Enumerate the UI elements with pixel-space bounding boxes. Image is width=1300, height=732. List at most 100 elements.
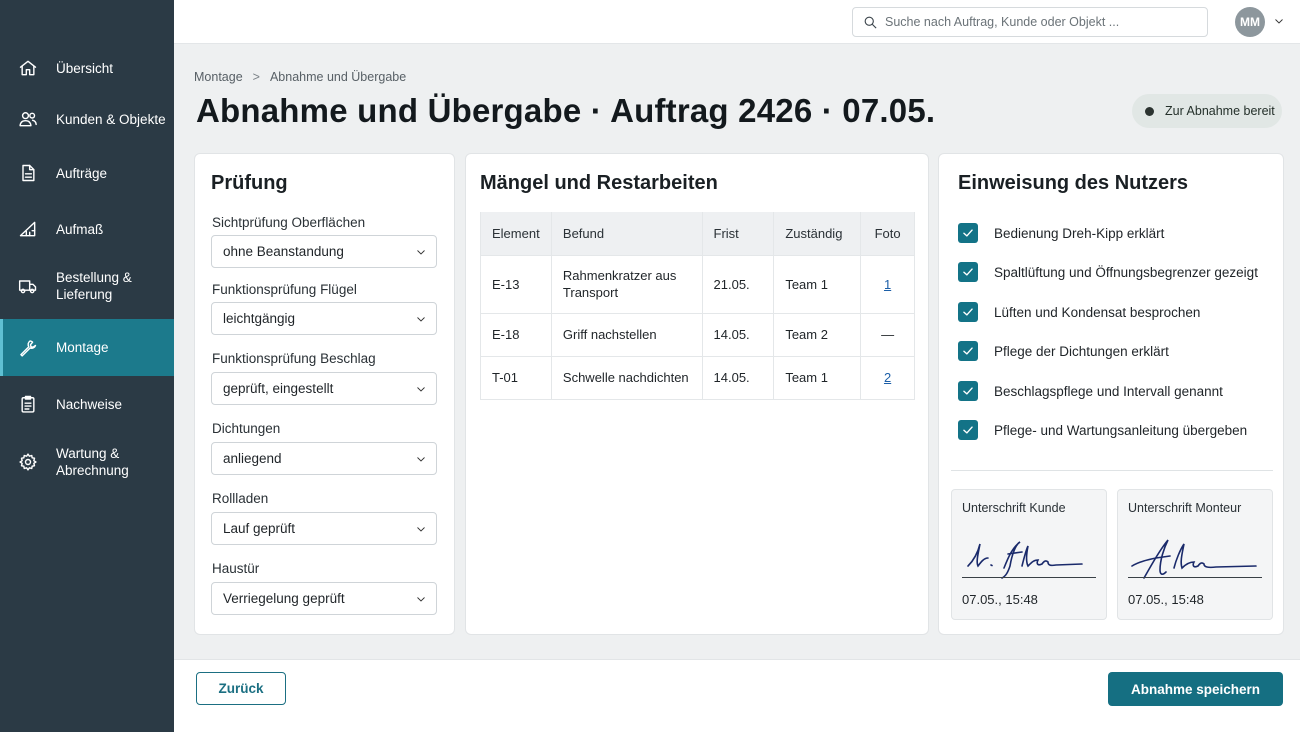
cell-frist: 14.05. xyxy=(702,312,775,356)
funktionspruefung-fluegel-select[interactable]: leichtgängig xyxy=(211,302,437,335)
column-header: Zuständig xyxy=(773,212,862,255)
sidebar-item-label: Montage xyxy=(56,340,109,355)
search-icon xyxy=(864,16,877,29)
chevron-down-icon xyxy=(415,246,427,258)
checkbox-checked-icon[interactable] xyxy=(958,302,978,322)
sidebar-item-auftraege[interactable]: Aufträge xyxy=(0,155,174,191)
pruefung-card: Prüfung Sichtprüfung Oberflächen ohne Be… xyxy=(194,153,455,635)
breadcrumb-parent[interactable]: Montage xyxy=(194,70,243,84)
table-row[interactable]: E-13 Rahmenkratzer aus Transport 21.05. … xyxy=(480,254,915,313)
sidebar-item-kunden-objekte[interactable]: Kunden & Objekte xyxy=(0,101,174,137)
pruefung-title: Prüfung xyxy=(211,172,288,194)
search-box[interactable] xyxy=(852,7,1208,37)
select-value: leichtgängig xyxy=(223,311,296,326)
home-icon xyxy=(17,57,39,79)
sidebar-item-aufmass[interactable]: Aufmaß xyxy=(0,211,174,247)
sidebar-item-label: Kunden & Objekte xyxy=(56,111,166,127)
column-header: Befund xyxy=(551,212,703,255)
checklist-item[interactable]: Pflege- und Wartungsanleitung übergeben xyxy=(958,420,1247,440)
signature-label: Unterschrift Kunde xyxy=(962,501,1066,515)
chevron-down-icon xyxy=(415,453,427,465)
cell-foto-empty: — xyxy=(860,312,915,356)
clipboard-icon xyxy=(17,393,39,415)
signature-installer-drawing xyxy=(1131,539,1257,579)
ruler-triangle-icon xyxy=(17,218,39,240)
signature-customer[interactable]: Unterschrift Kunde 07.05., 15:48 xyxy=(951,489,1107,620)
cell-zustaendig: Team 1 xyxy=(773,355,862,400)
select-value: Lauf geprüft xyxy=(223,521,296,536)
chevron-down-icon xyxy=(415,313,427,325)
table-row[interactable]: T-01 Schwelle nachdichten 14.05. Team 1 … xyxy=(480,355,915,400)
cell-frist: 14.05. xyxy=(702,355,775,400)
column-header: Foto xyxy=(860,212,915,255)
field-label: Haustür xyxy=(212,561,260,576)
signature-timestamp: 07.05., 15:48 xyxy=(962,592,1038,607)
status-dot-icon xyxy=(1145,106,1154,116)
checklist-item[interactable]: Pflege der Dichtungen erklärt xyxy=(958,341,1169,361)
cell-befund: Schwelle nachdichten xyxy=(551,355,703,400)
cell-element: E-13 xyxy=(480,254,552,313)
chevron-down-icon[interactable] xyxy=(1273,14,1287,28)
field-label: Rollladen xyxy=(212,491,269,506)
footer-bar: Zurück Abnahme speichern xyxy=(174,659,1300,732)
cell-frist: 21.05. xyxy=(702,254,775,313)
checklist-item[interactable]: Lüften und Kondensat besprochen xyxy=(958,302,1200,322)
sidebar-item-montage[interactable]: Montage xyxy=(0,319,174,376)
cell-element: E-18 xyxy=(480,312,552,356)
einweisung-title: Einweisung des Nutzers xyxy=(958,172,1189,194)
funktionspruefung-beschlag-select[interactable]: geprüft, eingestellt xyxy=(211,372,437,405)
column-header: Frist xyxy=(702,212,775,255)
sidebar-item-label: Übersicht xyxy=(56,60,114,76)
cell-element: T-01 xyxy=(480,355,552,400)
column-header: Element xyxy=(480,212,552,255)
sidebar-item-bestellung-lieferung[interactable]: Bestellung & Lieferung xyxy=(0,266,174,306)
search-input[interactable] xyxy=(885,12,1195,32)
sidebar-item-uebersicht[interactable]: Übersicht xyxy=(0,50,174,86)
photo-link[interactable]: 2 xyxy=(884,370,891,385)
sidebar-item-wartung-abrechnung[interactable]: Wartung & Abrechnung xyxy=(0,442,174,482)
checklist-item-label: Lüften und Kondensat besprochen xyxy=(994,304,1201,320)
dichtungen-select[interactable]: anliegend xyxy=(211,442,437,475)
table-header-row: Element Befund Frist Zuständig Foto xyxy=(480,212,915,255)
maengel-title: Mängel und Restarbeiten xyxy=(480,172,718,194)
select-value: geprüft, eingestellt xyxy=(223,381,334,396)
checkbox-checked-icon[interactable] xyxy=(958,341,978,361)
document-icon xyxy=(17,162,39,184)
checkbox-checked-icon[interactable] xyxy=(958,420,978,440)
table-row[interactable]: E-18 Griff nachstellen 14.05. Team 2 — xyxy=(480,312,915,356)
photo-link[interactable]: 1 xyxy=(884,277,891,292)
sichtpruefung-select[interactable]: ohne Beanstandung xyxy=(211,235,437,268)
field-label: Funktionsprüfung Beschlag xyxy=(212,351,376,366)
haustuer-select[interactable]: Verriegelung geprüft xyxy=(211,582,437,615)
gear-icon xyxy=(17,451,39,473)
divider xyxy=(951,470,1273,471)
signature-customer-drawing xyxy=(967,541,1083,579)
back-button[interactable]: Zurück xyxy=(196,672,286,705)
field-label: Dichtungen xyxy=(212,421,281,436)
sidebar-item-label: Aufmaß xyxy=(56,221,104,237)
page-title: Abnahme und Übergabe · Auftrag 2426 · 07… xyxy=(196,92,936,129)
signature-line xyxy=(962,577,1096,578)
signature-label: Unterschrift Monteur xyxy=(1128,501,1242,515)
field-label: Funktionsprüfung Flügel xyxy=(212,282,357,297)
checklist-item-label: Bedienung Dreh-Kipp erklärt xyxy=(994,225,1165,241)
save-acceptance-button[interactable]: Abnahme speichern xyxy=(1108,672,1283,706)
rollladen-select[interactable]: Lauf geprüft xyxy=(211,512,437,545)
status-badge: Zur Abnahme bereit xyxy=(1132,94,1282,128)
truck-icon xyxy=(17,275,39,297)
signature-installer[interactable]: Unterschrift Monteur 07.05., 15:48 xyxy=(1117,489,1273,620)
checklist-item-label: Spaltlüftung und Öffnungsbegrenzer gezei… xyxy=(994,264,1258,280)
checkbox-checked-icon[interactable] xyxy=(958,223,978,243)
checklist-item[interactable]: Spaltlüftung und Öffnungsbegrenzer gezei… xyxy=(958,262,1258,282)
sidebar-item-nachweise[interactable]: Nachweise xyxy=(0,386,174,422)
checkbox-checked-icon[interactable] xyxy=(958,262,978,282)
select-value: Verriegelung geprüft xyxy=(223,591,345,606)
sidebar-item-label: Nachweise xyxy=(56,396,123,412)
signature-timestamp: 07.05., 15:48 xyxy=(1128,592,1204,607)
checklist-item[interactable]: Bedienung Dreh-Kipp erklärt xyxy=(958,223,1164,243)
avatar[interactable]: MM xyxy=(1235,7,1265,37)
field-label: Sichtprüfung Oberflächen xyxy=(212,215,366,230)
breadcrumb-separator: > xyxy=(252,70,260,84)
checkbox-checked-icon[interactable] xyxy=(958,381,978,401)
checklist-item[interactable]: Beschlagspflege und Intervall genannt xyxy=(958,381,1223,401)
